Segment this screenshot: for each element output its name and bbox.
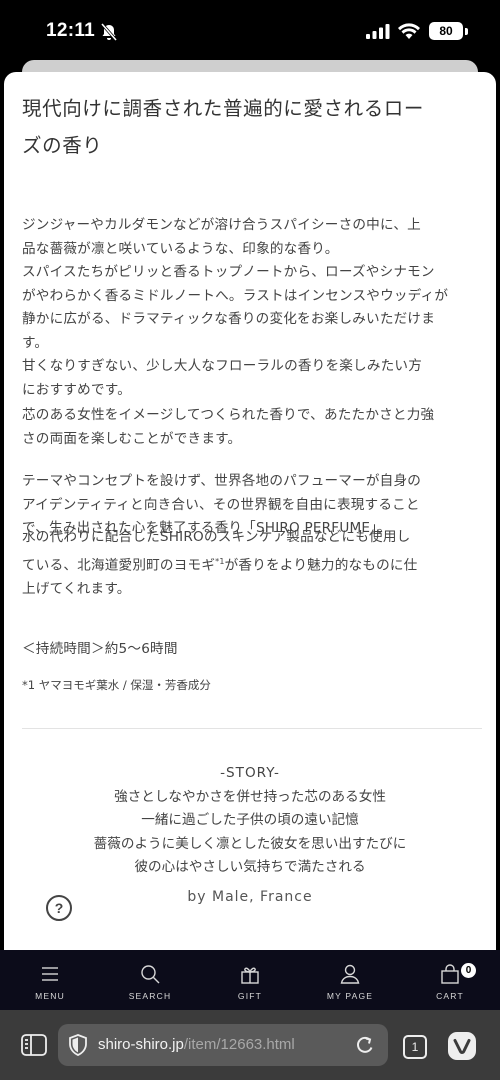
duration-text: ＜持続時間＞約5〜6時間 [22,641,178,657]
story-line: 強さとしなやかさを併せ持った芯のある女性 [114,788,386,805]
story-author: by Male, France [187,889,313,905]
nav-cart[interactable]: 0 CART [400,950,500,1010]
title-line: ズの香り [22,134,103,157]
description-paragraph: 水の代わりに配合したSHIROのスキンケア製品などにも使用し ている、北海道愛別… [22,526,484,601]
battery-indicator: 80 [429,22,463,40]
story-line: 彼の心はやさしい気持ちで満たされる [134,859,366,875]
nav-label: SEARCH [128,991,172,1001]
divider [22,728,482,729]
shield-icon [69,1034,87,1056]
reload-icon[interactable] [354,1034,376,1056]
status-bar: 12:11 80 [0,0,500,60]
text-line: がやわらかく香るミドルノートへ。ラストはインセンスやウッディが [22,287,449,304]
address-bar[interactable]: shiro-shiro.jp/item/12663.html [58,1024,388,1066]
text-fragment: ている、北海道愛別町のヨモギ [22,557,216,574]
text-line: 品な薔薇が凛と咲いているような、印象的な香り。 [22,240,339,257]
nav-gift[interactable]: GIFT [200,950,300,1010]
description-paragraph: 芯のある女性をイメージしてつくられた香りで、あたたかさと力強 さの両面を楽しむこ… [22,404,484,451]
wifi-icon [398,23,420,39]
status-time: 12:11 [46,20,96,41]
text-line: アイデンティティと向き合い、その世界観を自由に表現すること [22,496,420,513]
bottom-navigation: MENU SEARCH GIFT MY PAGE 0 CART [0,950,500,1010]
story-line: 薔薇のように美しく凛とした彼女を思い出すたびに [93,835,407,852]
nav-my-page[interactable]: MY PAGE [300,950,400,1010]
description-paragraph: ジンジャーやカルダモンなどが溶け合うスパイシーさの中に、上 品な薔薇が凛と咲いて… [22,214,484,402]
nav-label: MY PAGE [326,991,374,1001]
battery-cap [465,28,468,35]
text-line: 静かに広がる、ドラマティックな香りの変化をお楽しみいただけま [22,311,435,327]
url-domain: shiro-shiro.jp [98,1036,184,1053]
page-title: 現代向けに調香された普遍的に愛されるロー ズの香り [22,90,482,164]
url-text: shiro-shiro.jp/item/12663.html [98,1036,295,1053]
nav-label: GIFT [237,991,263,1001]
product-description-page: 現代向けに調香された普遍的に愛されるロー ズの香り ジンジャーやカルダモンなどが… [4,72,496,950]
nav-label: CART [436,991,464,1001]
text-line: テーマやコンセプトを設けず、世界各地のパフューマーが自身の [22,473,422,489]
text-line: におすすめです。 [22,381,131,398]
bag-icon [441,964,459,984]
url-path: /item/12663.html [183,1036,295,1053]
footnote-text: *1 ヤマヨモギ葉水 / 保湿・芳香成分 [22,678,211,692]
cart-count-badge: 0 [461,963,476,978]
tab-count-button[interactable]: 1 [403,1035,427,1059]
signal-icon [366,24,390,39]
story-line: 一緒に過ごした子供の頃の遠い記憶 [141,812,359,828]
browser-toolbar: shiro-shiro.jp/item/12663.html 1 [0,1010,500,1080]
bell-muted-icon [100,23,118,41]
story-title: -STORY- [220,765,280,781]
menu-icon [42,967,58,981]
text-line: スパイスたちがピリッと香るトップノートから、ローズやシナモン [22,264,435,280]
nav-label: MENU [35,991,65,1001]
text-line: さの両面を楽しむことができます。 [22,430,242,447]
text-line: 芯のある女性をイメージしてつくられた香りで、あたたかさと力強 [22,407,435,423]
nav-menu[interactable]: MENU [0,950,100,1010]
text-line: 上げてくれます。 [22,580,131,597]
text-line: ジンジャーやカルダモンなどが溶け合うスパイシーさの中に、上 [22,217,421,233]
help-button[interactable]: ? [46,895,72,921]
search-icon [141,965,160,984]
text-line: 甘くなりすぎない、少し大人なフローラルの香りを楽しみたい方 [22,358,423,374]
user-icon [340,964,360,984]
vivaldi-menu-icon[interactable] [447,1031,477,1061]
gift-icon [241,967,259,984]
sidebar-toggle-icon[interactable] [20,1033,48,1057]
text-line: ている、北海道愛別町のヨモギ*1が香りをより魅力的なものに仕 [22,550,484,578]
footnote-marker: *1 [215,556,225,566]
story-section: -STORY- 強さとしなやかさを併せ持った芯のある女性 一緒に過ごした子供の頃… [4,762,496,880]
text-line: す。 [22,334,49,351]
text-fragment: が香りをより魅力的なものに仕 [224,557,418,574]
nav-search[interactable]: SEARCH [100,950,200,1010]
text-line: 水の代わりに配合したSHIROのスキンケア製品などにも使用し [22,529,411,545]
title-line: 現代向けに調香された普遍的に愛されるロー [22,97,425,120]
